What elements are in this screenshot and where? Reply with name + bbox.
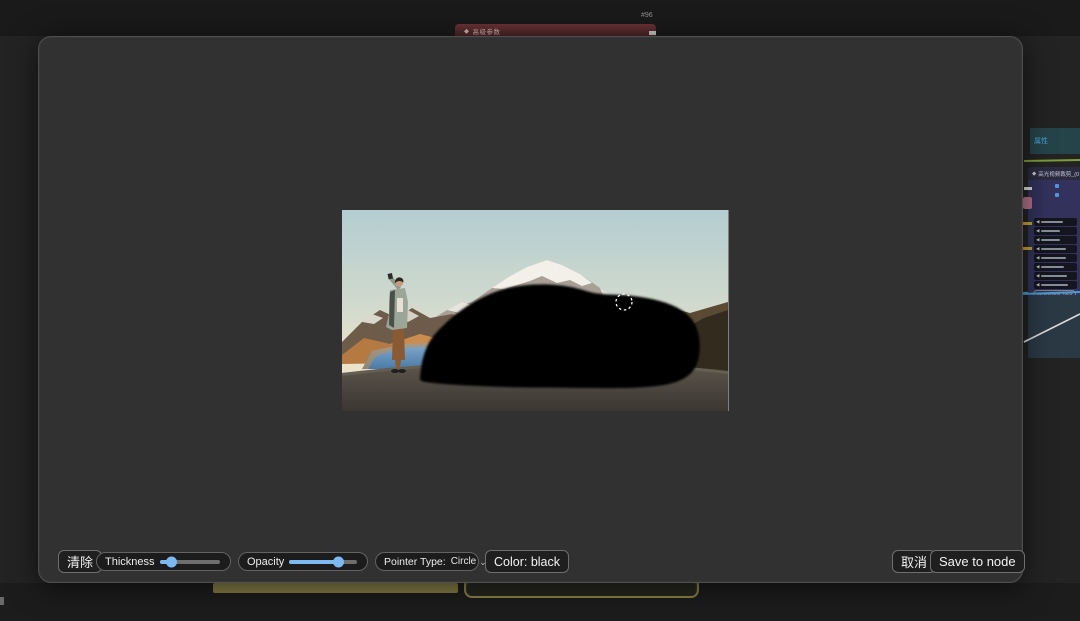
opacity-label: Opacity xyxy=(247,555,285,568)
widget-left-arrow-icon[interactable]: ◀ xyxy=(1036,219,1039,225)
input-slot-icon[interactable] xyxy=(1055,193,1059,197)
node-widget-row[interactable]: ◀ xyxy=(1034,254,1077,262)
widget-left-arrow-icon[interactable]: ◀ xyxy=(1036,228,1039,234)
opacity-slider-group: Opacity xyxy=(238,552,368,571)
graph-wires-lower xyxy=(1021,291,1080,343)
canvas-image xyxy=(342,210,728,411)
mask-editor-dialog: 清除 Thickness Opacity Pointer Type: Circl… xyxy=(38,36,1025,583)
mask-canvas[interactable] xyxy=(342,210,729,411)
pointer-type-label: Pointer Type: xyxy=(384,555,446,568)
right-node-title: ◆ 高光视频裁剪_(0 xyxy=(1028,167,1080,180)
widget-left-arrow-icon[interactable]: ◀ xyxy=(1036,237,1039,243)
input-slot-icon[interactable] xyxy=(1055,184,1059,188)
widget-left-arrow-icon[interactable]: ◀ xyxy=(1036,246,1039,252)
node-widget-row[interactable]: ◀ xyxy=(1034,218,1077,226)
graph-node-right[interactable]: ◆ 高光视频裁剪_(0 ◀ ◀ ◀ ◀ ◀ ◀ ◀ ◀ background_c… xyxy=(1028,167,1080,298)
opacity-slider[interactable] xyxy=(289,553,359,570)
node-widget-row[interactable]: ◀ xyxy=(1034,245,1077,253)
node-widget-row[interactable]: ◀ xyxy=(1034,272,1077,280)
diamond-icon: ◆ xyxy=(464,27,470,35)
opacity-slider-thumb[interactable] xyxy=(333,556,345,567)
thickness-slider-thumb[interactable] xyxy=(165,556,177,567)
node-widget-row[interactable]: ◀ xyxy=(1034,263,1077,271)
diamond-icon: ◆ xyxy=(1032,170,1037,177)
node-widget-bar xyxy=(213,583,458,593)
node-widget-row[interactable]: ◀ xyxy=(1034,227,1077,235)
slot-stub-pink xyxy=(1023,197,1032,209)
color-button[interactable]: Color: black xyxy=(485,550,569,573)
thickness-slider[interactable] xyxy=(159,553,222,570)
node-widget-row[interactable]: ◀ xyxy=(1034,281,1077,289)
top-node-title: 高级参数 xyxy=(472,28,501,36)
top-node-chip xyxy=(649,31,656,35)
pointer-type-group: Pointer Type: Circle ⌄ xyxy=(375,552,487,571)
save-to-node-button[interactable]: Save to node xyxy=(930,550,1025,573)
widget-left-arrow-icon[interactable]: ◀ xyxy=(1036,264,1039,270)
comfyui-screen: ◆ 高级参数 #96 属性 ◆ 高光视频裁剪_(0 ◀ ◀ ◀ ◀ ◀ ◀ ◀ … xyxy=(0,0,1080,621)
right-node-widgets: ◀ ◀ ◀ ◀ ◀ ◀ ◀ ◀ background_color xyxy=(1028,218,1080,298)
widget-left-arrow-icon[interactable]: ◀ xyxy=(1036,282,1039,288)
node-widget-row[interactable]: ◀ xyxy=(1034,236,1077,244)
node-id-badge: #96 xyxy=(641,12,653,19)
thickness-slider-group: Thickness xyxy=(96,552,231,571)
wire-stub-white xyxy=(1024,187,1032,190)
canvas-artifact xyxy=(0,597,4,605)
widget-left-arrow-icon[interactable]: ◀ xyxy=(1036,273,1039,279)
thickness-label: Thickness xyxy=(105,555,155,568)
widget-left-arrow-icon[interactable]: ◀ xyxy=(1036,255,1039,261)
pointer-type-select[interactable]: Circle xyxy=(451,556,477,567)
